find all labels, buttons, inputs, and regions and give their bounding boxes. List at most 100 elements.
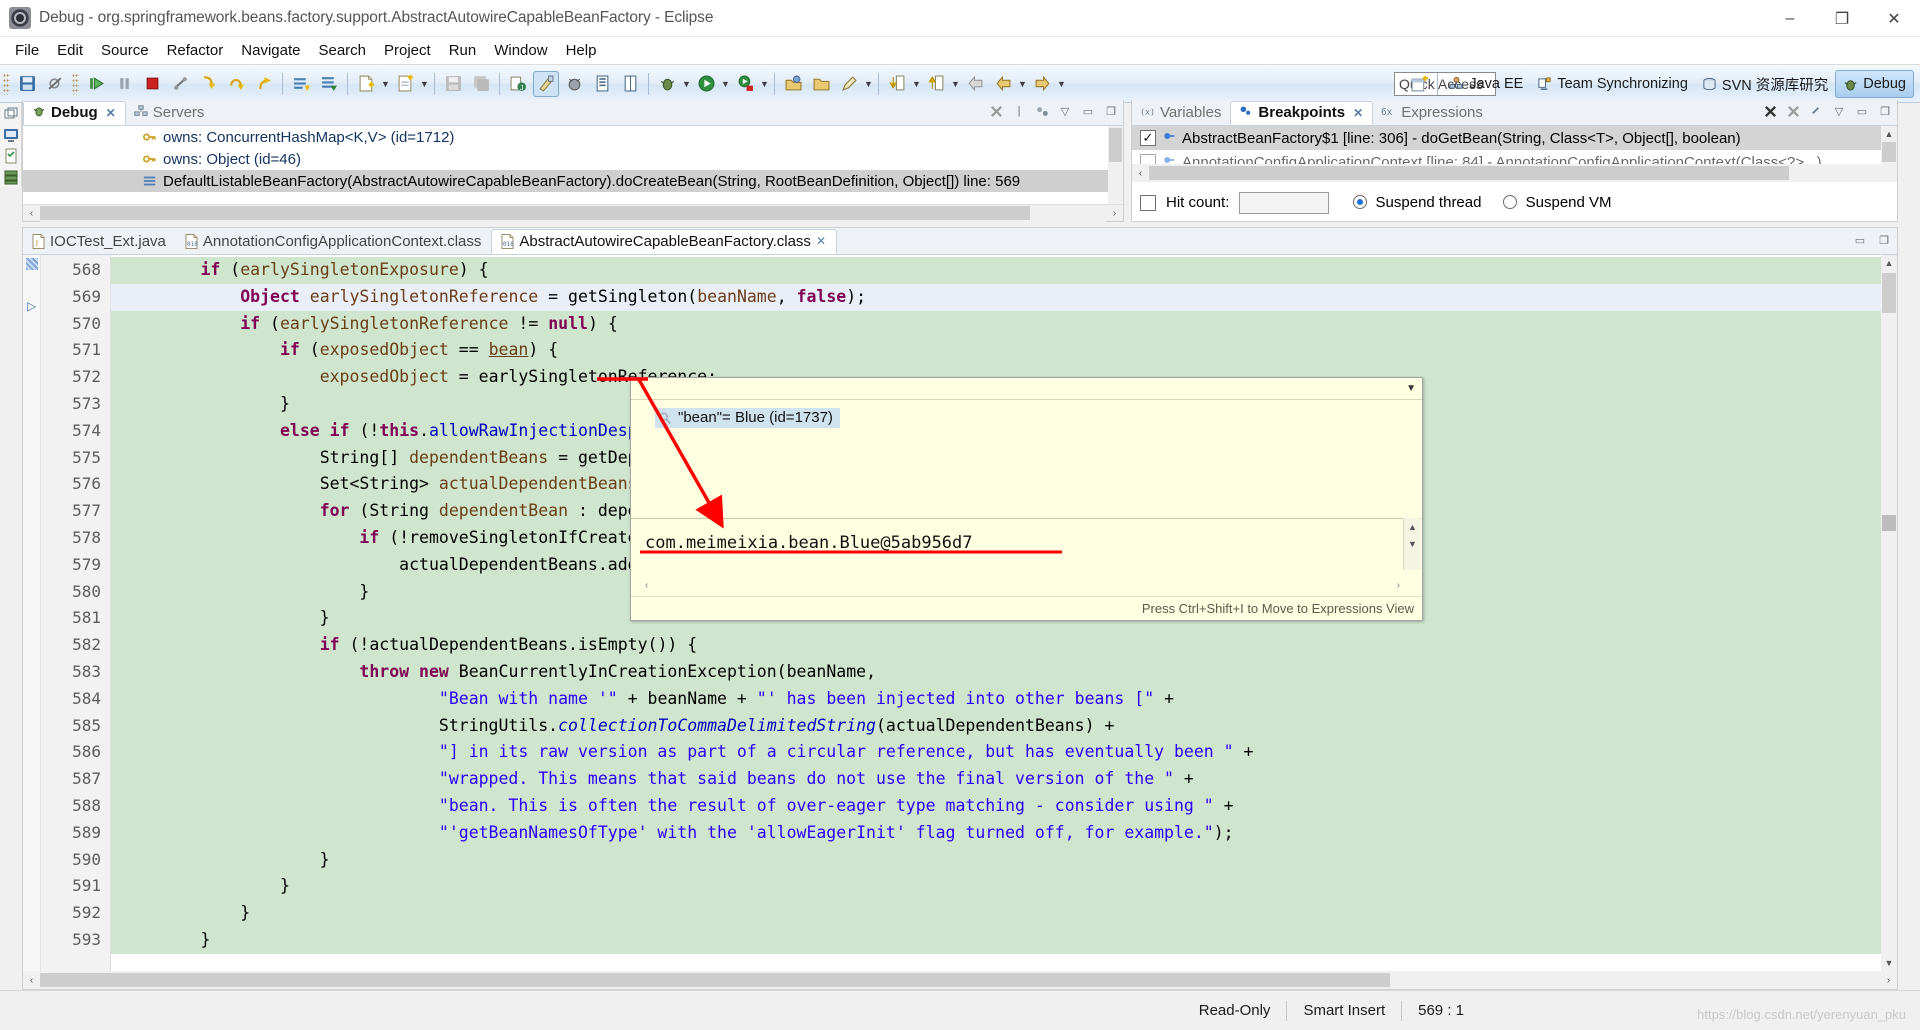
remove-breakpoint-icon[interactable] — [1762, 103, 1778, 119]
breakpoint-ruler-mark[interactable] — [26, 258, 38, 270]
hit-count-input[interactable] — [1239, 191, 1330, 214]
open-perspective-button[interactable] — [1406, 71, 1432, 97]
stack-frame-list[interactable]: owns: ConcurrentHashMap<K,V> (id=1712) o… — [23, 126, 1123, 196]
terminate-icon[interactable] — [139, 71, 165, 97]
remove-all-breakpoints-icon[interactable] — [1785, 103, 1801, 119]
popup-variable-row[interactable]: "bean"= Blue (id=1737) — [655, 408, 840, 428]
annotation-ruler[interactable]: ▷ — [23, 255, 41, 971]
resume-icon[interactable] — [83, 71, 109, 97]
annotation-dropdown-arrow[interactable]: ▼ — [863, 71, 874, 97]
step-return-icon[interactable] — [251, 71, 277, 97]
console-view-icon[interactable] — [3, 127, 19, 143]
perspective-java-ee[interactable]: Java EE — [1442, 70, 1530, 98]
toolbar-grip-2[interactable] — [72, 72, 79, 95]
stack-row-docreatebean[interactable]: DefaultListableBeanFactory(AbstractAutow… — [23, 170, 1123, 192]
debug-view-horizontal-scrollbar[interactable]: ‹ › — [23, 204, 1123, 222]
code-line[interactable]: "Bean with name '" + beanName + "' has b… — [111, 685, 1897, 713]
menu-item-file[interactable]: File — [6, 39, 48, 62]
code-line[interactable]: } — [111, 926, 1897, 954]
maximize-editor-icon[interactable]: ❐ — [1876, 232, 1892, 248]
new-folder-icon[interactable] — [392, 71, 418, 97]
code-line[interactable]: if (!actualDependentBeans.isEmpty()) { — [111, 632, 1897, 659]
back-dropdown-arrow[interactable]: ▼ — [1017, 71, 1028, 97]
scroll-right-icon[interactable]: › — [1106, 205, 1123, 222]
scroll-left-icon[interactable]: ‹ — [1132, 165, 1149, 182]
restore-icon[interactable] — [3, 106, 19, 122]
toolbar-grip[interactable] — [3, 72, 10, 95]
debug-view-menu-icon[interactable] — [1034, 103, 1050, 119]
next-annotation-icon[interactable] — [884, 71, 910, 97]
scroll-up-icon[interactable]: ▲ — [1404, 518, 1421, 535]
code-line[interactable]: } — [111, 900, 1897, 927]
prev-annotation-icon[interactable] — [923, 71, 949, 97]
scroll-up-icon[interactable]: ▲ — [1881, 126, 1897, 142]
debug-last-icon[interactable] — [561, 71, 587, 97]
skip-breakpoints-icon[interactable] — [42, 71, 68, 97]
scroll-down-icon[interactable]: ▼ — [1881, 955, 1897, 971]
forward-dropdown-arrow[interactable]: ▼ — [1056, 71, 1067, 97]
minimize-editor-icon[interactable]: ▭ — [1852, 232, 1868, 248]
scroll-right-icon[interactable]: › — [1880, 972, 1897, 989]
run-dropdown-arrow[interactable]: ▼ — [720, 71, 731, 97]
external-tools-icon[interactable] — [533, 70, 559, 97]
breakpoint-row-abstractbeanfactory[interactable]: ✓ AbstractBeanFactory$1 [line: 306] - do… — [1132, 126, 1897, 150]
run-coverage-icon[interactable] — [732, 71, 758, 97]
perspective-team-synchronizing[interactable]: Team Synchronizing — [1530, 70, 1695, 98]
new-folder-dropdown-arrow[interactable]: ▼ — [419, 71, 430, 97]
scroll-left-icon[interactable]: ‹ — [23, 205, 40, 222]
scroll-down-icon[interactable]: ▼ — [1404, 535, 1421, 552]
suspend-thread-option[interactable]: Suspend thread — [1353, 194, 1481, 211]
editor-tab-annotationconfig[interactable]: 010 AnnotationConfigApplicationContext.c… — [176, 229, 492, 254]
close-icon[interactable]: ✕ — [106, 106, 116, 120]
minimize-view-icon[interactable]: ▭ — [1854, 103, 1870, 119]
tab-expressions[interactable]: 6x Expressions — [1373, 101, 1492, 125]
chevron-down-icon[interactable]: ▼ — [1406, 383, 1416, 394]
code-line[interactable]: "'getBeanNamesOfType' with the 'allowEag… — [111, 819, 1897, 847]
maximize-view-icon[interactable]: ❐ — [1877, 103, 1893, 119]
forward-icon[interactable] — [1029, 71, 1055, 97]
menu-item-refactor[interactable]: Refactor — [158, 39, 233, 62]
disconnect-icon[interactable] — [167, 71, 193, 97]
scroll-left-icon[interactable]: ‹ — [645, 580, 648, 591]
close-button[interactable]: ✕ — [1868, 0, 1920, 37]
stack-row-owns-object[interactable]: owns: Object (id=46) — [23, 148, 1123, 170]
open-resource-icon[interactable] — [808, 71, 834, 97]
popup-variable-tree[interactable]: "bean"= Blue (id=1737) — [631, 400, 1422, 429]
tab-servers[interactable]: Servers — [126, 101, 214, 125]
hit-count-checkbox[interactable] — [1140, 194, 1156, 211]
debug-dropdown-arrow[interactable]: ▼ — [681, 71, 692, 97]
popup-detail-hscroll[interactable]: ‹ › — [645, 577, 1400, 593]
next-annotation-arrow[interactable]: ▼ — [911, 71, 922, 97]
scroll-track[interactable] — [40, 204, 1106, 222]
editor-tab-ioctest[interactable]: J IOCTest_Ext.java — [23, 229, 176, 254]
popup-detail-pane[interactable]: com.meimeixia.bean.Blue@5ab956d7 — [631, 518, 1422, 580]
prev-annotation-arrow[interactable]: ▼ — [950, 71, 961, 97]
step-into-icon[interactable] — [195, 71, 221, 97]
maximize-view-icon[interactable]: ❐ — [1103, 103, 1119, 119]
popup-detail-scrollbar[interactable]: ▲ ▼ — [1403, 518, 1421, 570]
debug-hover-popup[interactable]: ▼ "bean"= Blue (id=1737) com.meimeixia.b… — [630, 377, 1423, 621]
servers-view-icon[interactable] — [3, 169, 19, 185]
minimize-view-icon[interactable]: ▭ — [1080, 103, 1096, 119]
suspend-vm-radio[interactable] — [1503, 195, 1518, 209]
suspend-vm-option[interactable]: Suspend VM — [1503, 194, 1612, 211]
new-wizard-icon[interactable] — [288, 71, 314, 97]
collapse-all-icon[interactable] — [316, 71, 342, 97]
code-line[interactable]: "] in its raw version as part of a circu… — [111, 739, 1897, 767]
scroll-left-icon[interactable]: ‹ — [23, 972, 40, 989]
build-icon[interactable]: J — [505, 71, 531, 97]
save-all-icon[interactable] — [468, 71, 494, 97]
tab-variables[interactable]: (x)= Variables — [1132, 101, 1230, 125]
scroll-right-icon[interactable]: › — [1397, 580, 1400, 591]
menu-item-search[interactable]: Search — [309, 39, 375, 62]
code-line[interactable]: } — [111, 846, 1897, 874]
suspend-thread-radio[interactable] — [1353, 195, 1368, 209]
code-line[interactable]: if (earlySingletonExposure) { — [111, 257, 1897, 284]
perspective-debug[interactable]: Debug — [1835, 70, 1914, 98]
stack-row-createbean[interactable]: DefaultListableBeanFactory(AbstractAutow… — [23, 192, 1123, 197]
open-perspective-icon[interactable] — [780, 71, 806, 97]
back-history-icon[interactable] — [990, 71, 1016, 97]
open-task-icon[interactable] — [617, 71, 643, 97]
maximize-button[interactable]: ❐ — [1816, 0, 1868, 37]
code-line[interactable]: throw new BeanCurrentlyInCreationExcepti… — [111, 658, 1897, 686]
